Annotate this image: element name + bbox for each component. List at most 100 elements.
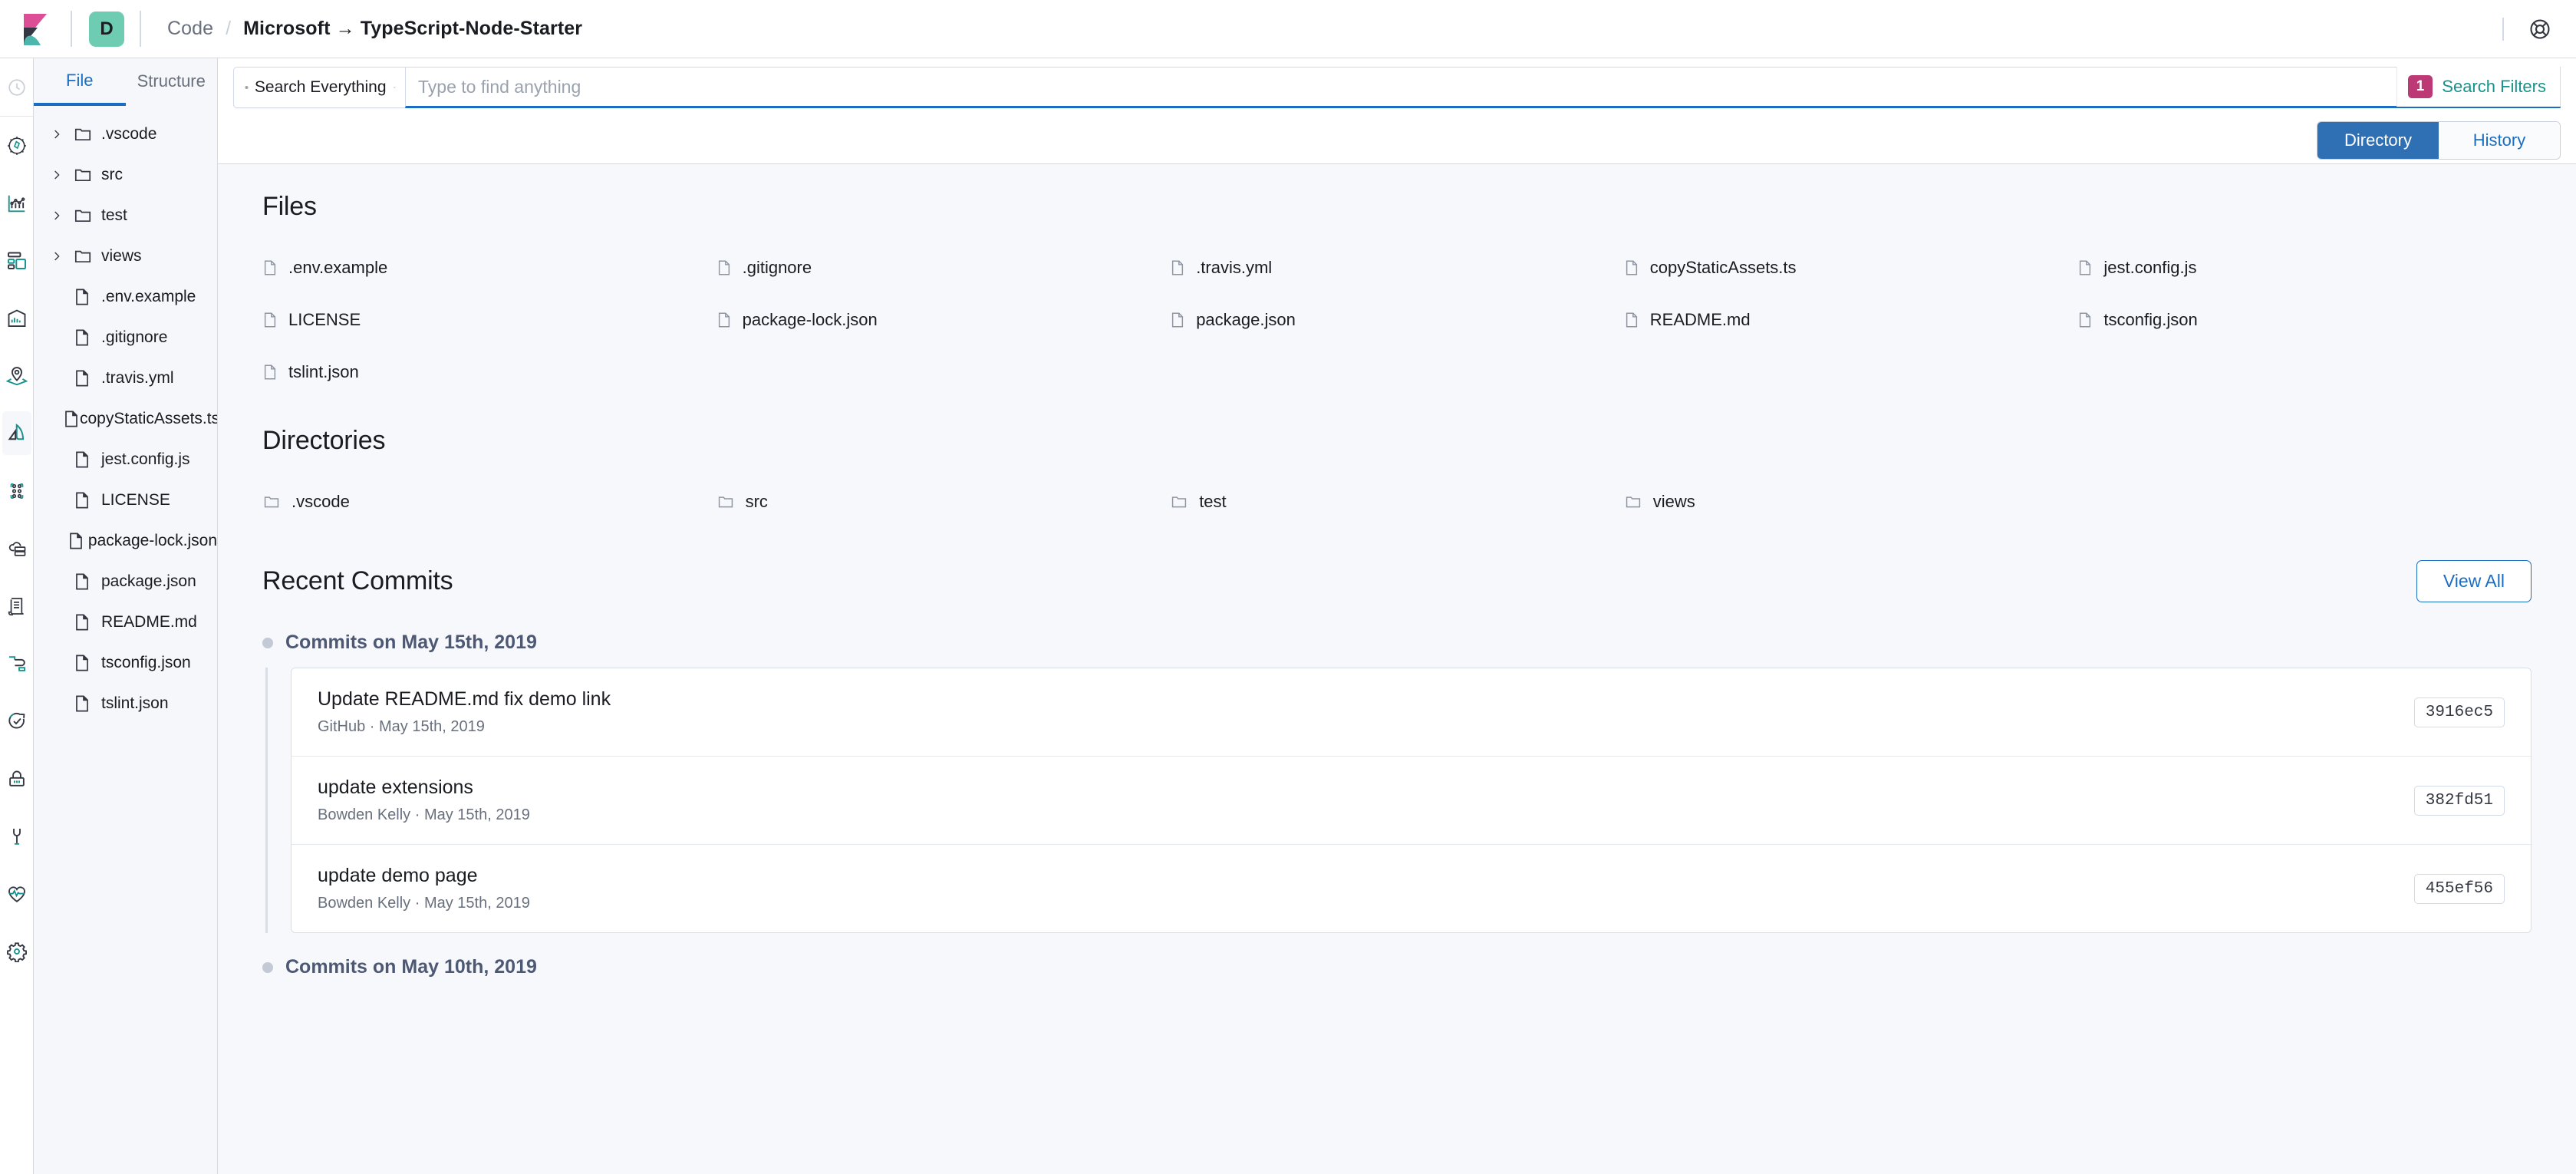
commit-message[interactable]: update extensions — [318, 777, 530, 799]
tree-folder-row[interactable]: src — [34, 154, 217, 195]
file-grid-item[interactable]: LICENSE — [262, 294, 716, 346]
tree-file-row[interactable]: LICENSE — [34, 480, 217, 520]
file-grid-item[interactable]: .env.example — [262, 242, 716, 294]
sidebar-item-machine-learning[interactable] — [0, 462, 34, 519]
top-navigation-bar: D Code / Microsoft → TypeScript-Node-Sta… — [0, 0, 2576, 58]
search-scope-select[interactable]: Search Everything — [233, 67, 405, 108]
tab-structure[interactable]: Structure — [126, 58, 218, 106]
kibana-logo-button[interactable] — [0, 0, 72, 58]
directory-grid-item[interactable]: src — [716, 476, 1171, 528]
file-icon — [262, 259, 278, 277]
sidebar-item-discover[interactable] — [0, 117, 34, 174]
file-grid-item-label: copyStaticAssets.ts — [1650, 258, 1797, 278]
view-tabs: Directory History — [2317, 121, 2561, 160]
sidebar-item-maps[interactable] — [0, 347, 34, 404]
file-icon — [74, 694, 91, 713]
sidebar-item-dashboard[interactable] — [0, 232, 34, 289]
tree-folder-row[interactable]: test — [34, 195, 217, 236]
tree-file-row[interactable]: .travis.yml — [34, 358, 217, 398]
directory-scroll-area[interactable]: Files .env.example.gitignore.travis.ymlc… — [218, 164, 2576, 1174]
tree-file-row[interactable]: jest.config.js — [34, 439, 217, 480]
bullseye-icon — [245, 79, 249, 96]
file-grid-item[interactable]: copyStaticAssets.ts — [1624, 242, 2078, 294]
tree-file-row[interactable]: copyStaticAssets.ts — [34, 398, 217, 439]
tree-file-row[interactable]: package-lock.json — [34, 520, 217, 561]
gear-icon — [6, 941, 28, 962]
folder-icon-wrap — [74, 166, 101, 184]
primary-navigation-rail — [0, 58, 34, 1174]
commit-message[interactable]: Update README.md fix demo link — [318, 688, 611, 711]
sidebar-item-monitoring[interactable] — [0, 865, 34, 922]
commit-row[interactable]: Update README.md fix demo linkGitHub · M… — [292, 668, 2531, 757]
tree-folder-row[interactable]: views — [34, 236, 217, 276]
commits-section-title: Recent Commits — [262, 566, 453, 596]
user-avatar-button[interactable]: D — [72, 0, 141, 58]
file-grid-item[interactable]: .gitignore — [716, 242, 1171, 294]
tab-file[interactable]: File — [34, 58, 126, 106]
tree-file-row[interactable]: tslint.json — [34, 683, 217, 724]
file-grid-item-label: README.md — [1650, 310, 1751, 330]
file-grid-item[interactable]: jest.config.js — [2077, 242, 2532, 294]
tree-file-row[interactable]: README.md — [34, 602, 217, 642]
expand-toggle[interactable] — [51, 249, 74, 263]
breadcrumb-item-code[interactable]: Code — [167, 18, 213, 40]
commit-row[interactable]: update demo pageBowden Kelly · May 15th,… — [292, 845, 2531, 932]
directory-grid-item[interactable]: views — [1624, 476, 2078, 528]
sidebar-item-logs[interactable] — [0, 577, 34, 635]
directory-grid-item[interactable]: test — [1170, 476, 1624, 528]
file-grid-item[interactable]: package-lock.json — [716, 294, 1171, 346]
expand-toggle[interactable] — [51, 127, 74, 141]
directory-grid-item[interactable]: .vscode — [262, 476, 716, 528]
commit-meta: Bowden Kelly · May 15th, 2019 — [318, 806, 530, 824]
cloud-server-icon — [6, 538, 28, 559]
sidebar-item-siem[interactable] — [0, 750, 34, 807]
sidebar-item-apm[interactable] — [0, 635, 34, 692]
sidebar-item-visualize[interactable] — [0, 174, 34, 232]
commit-hash[interactable]: 455ef56 — [2414, 874, 2505, 904]
tree-file-row[interactable]: tsconfig.json — [34, 642, 217, 683]
tree-file-row[interactable]: .env.example — [34, 276, 217, 317]
file-grid-item[interactable]: README.md — [1624, 294, 2078, 346]
file-icon — [74, 654, 91, 672]
file-icon — [1624, 259, 1639, 277]
tree-node-label: copyStaticAssets.ts — [80, 410, 217, 428]
file-grid-item[interactable]: package.json — [1170, 294, 1624, 346]
file-icon — [716, 259, 732, 277]
file-icon — [74, 288, 91, 306]
sidebar-item-code[interactable] — [0, 404, 34, 462]
sidebar-item-dev-tools[interactable] — [0, 807, 34, 865]
search-input[interactable] — [418, 77, 2396, 97]
tab-history[interactable]: History — [2439, 122, 2560, 159]
tree-file-row[interactable]: package.json — [34, 561, 217, 602]
view-all-commits-button[interactable]: View All — [2416, 560, 2532, 602]
commit-hash[interactable]: 382fd51 — [2414, 786, 2505, 816]
directories-section: Directories .vscodesrctestviews — [218, 398, 2576, 528]
chevron-right-icon — [51, 209, 63, 223]
tree-folder-row[interactable]: .vscode — [34, 114, 217, 154]
file-icon — [74, 613, 91, 632]
commit-message[interactable]: update demo page — [318, 865, 530, 887]
folder-icon-wrap — [74, 125, 101, 143]
tree-node-label: jest.config.js — [101, 450, 190, 469]
sidebar-item-recently-viewed[interactable] — [0, 58, 34, 116]
tree-file-row[interactable]: .gitignore — [34, 317, 217, 358]
search-filters-button[interactable]: 1 Search Filters — [2396, 67, 2560, 107]
expand-toggle[interactable] — [51, 168, 74, 182]
commit-hash[interactable]: 3916ec5 — [2414, 697, 2505, 727]
sidebar-item-infrastructure[interactable] — [0, 519, 34, 577]
sidebar-item-canvas[interactable] — [0, 289, 34, 347]
file-grid-item-label: package-lock.json — [743, 310, 878, 330]
sidebar-item-uptime[interactable] — [0, 692, 34, 750]
file-icon — [63, 410, 80, 428]
file-grid-item[interactable]: tsconfig.json — [2077, 294, 2532, 346]
expand-toggle[interactable] — [51, 209, 74, 223]
commit-row[interactable]: update extensions Bowden Kelly · May 15th… — [292, 757, 2531, 845]
chevron-right-icon — [51, 249, 63, 263]
breadcrumb: Code / Microsoft → TypeScript-Node-Start… — [141, 0, 2502, 58]
breadcrumb-item-repository[interactable]: Microsoft → TypeScript-Node-Starter — [243, 18, 582, 40]
help-button[interactable] — [2502, 18, 2576, 41]
tab-directory[interactable]: Directory — [2317, 122, 2439, 159]
file-grid-item[interactable]: tslint.json — [262, 346, 716, 398]
sidebar-item-management[interactable] — [0, 922, 34, 980]
file-grid-item[interactable]: .travis.yml — [1170, 242, 1624, 294]
